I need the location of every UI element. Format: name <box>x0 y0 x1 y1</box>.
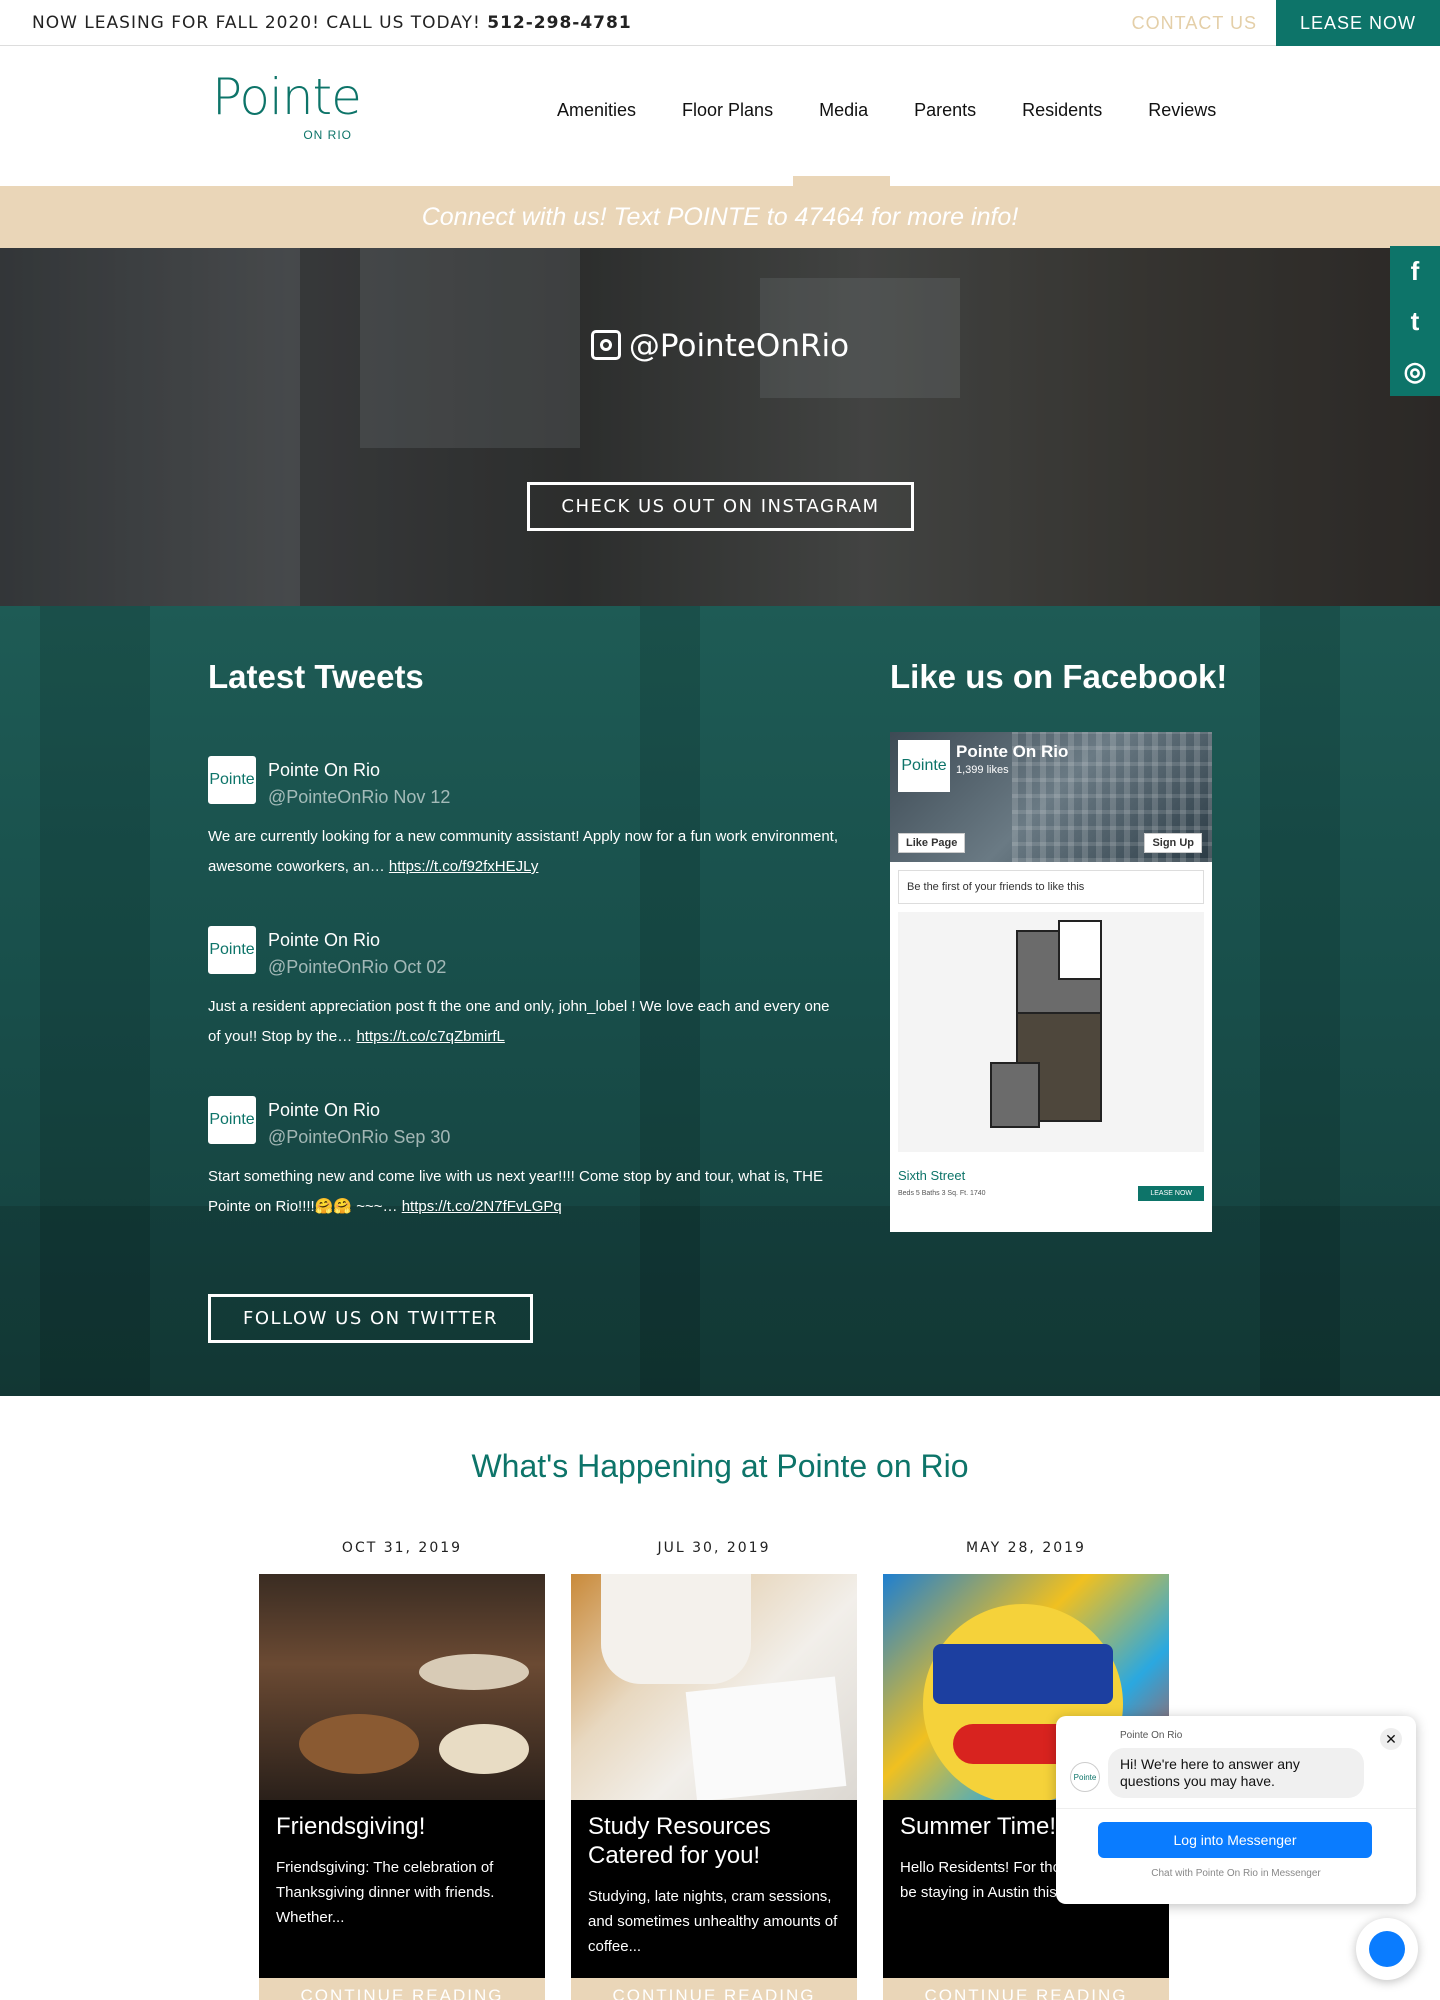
summer-word-shape <box>933 1644 1113 1704</box>
social-sidebar: f t ◎ <box>1390 246 1440 396</box>
continue-reading-button[interactable]: CONTINUE READING <box>883 1978 1169 2000</box>
site-header: Pointe ON RIO Amenities Floor Plans Medi… <box>0 46 1440 186</box>
tweet-item: Pointe Pointe On Rio @PointeOnRio Nov 12… <box>208 756 838 906</box>
sleeve-shape <box>601 1574 751 1684</box>
tweets-heading: Latest Tweets <box>208 658 424 695</box>
tweet-link[interactable]: https://t.co/c7qZbmirfL <box>356 1028 504 1045</box>
tweet-text: Just a resident appreciation post ft the… <box>208 992 838 1052</box>
post-title[interactable]: Study Resources Catered for you! <box>588 1812 840 1870</box>
plan-room <box>990 1062 1040 1128</box>
active-nav-marker <box>793 176 890 186</box>
facebook-friends-text: Be the first of your friends to like thi… <box>898 870 1204 904</box>
lease-now-button[interactable]: LEASE NOW <box>1276 0 1440 46</box>
instagram-side-icon[interactable]: ◎ <box>1390 346 1440 396</box>
nav-residents[interactable]: Residents <box>1022 100 1102 121</box>
messenger-greeting: Hi! We're here to answer any questions y… <box>1108 1748 1364 1798</box>
post-body: Study Resources Catered for you! Studyin… <box>571 1800 857 1978</box>
facebook-cover: Pointe Pointe On Rio 1,399 likes Like Pa… <box>890 732 1212 862</box>
tweet-handle[interactable]: @PointeOnRio Oct 02 <box>268 957 446 978</box>
plan-specs: Beds 5 Baths 3 Sq. Ft. 1740 <box>898 1190 986 1197</box>
plate-shape <box>439 1724 529 1774</box>
post-date: OCT 31, 2019 <box>341 1540 463 1556</box>
tweet-item: Pointe Pointe On Rio @PointeOnRio Oct 02… <box>208 926 838 1076</box>
post-image-study[interactable] <box>571 1574 857 1800</box>
post-date: MAY 28, 2019 <box>966 1540 1086 1556</box>
nav-floor-plans[interactable]: Floor Plans <box>682 100 773 121</box>
facebook-heading: Like us on Facebook! <box>890 658 1228 695</box>
logo-sub: ON RIO <box>303 128 352 142</box>
leasing-text: NOW LEASING FOR FALL 2020! CALL US TODAY… <box>32 12 481 33</box>
tweet-avatar[interactable]: Pointe <box>208 756 256 804</box>
messenger-note: Chat with Pointe On Rio in Messenger <box>1151 1868 1321 1879</box>
continue-reading-button[interactable]: CONTINUE READING <box>259 1978 545 2000</box>
nav-reviews[interactable]: Reviews <box>1148 100 1216 121</box>
leasing-announcement: NOW LEASING FOR FALL 2020! CALL US TODAY… <box>0 13 632 33</box>
twitter-icon[interactable]: t <box>1390 296 1440 346</box>
notebook-shape <box>685 1676 847 1800</box>
contact-us-link[interactable]: CONTACT US <box>1132 0 1257 46</box>
blog-post-card: JUL 30, 2019 Study Resources Catered for… <box>571 1540 857 2000</box>
tweet-text: Start something new and come live with u… <box>208 1162 838 1222</box>
tweet-text: We are currently looking for a new commu… <box>208 822 838 882</box>
promo-banner: Connect with us! Text POINTE to 47464 fo… <box>0 186 1440 248</box>
messenger-login-button[interactable]: Log into Messenger <box>1098 1822 1372 1858</box>
post-excerpt: Studying, late nights, cram sessions, an… <box>588 1888 838 1955</box>
facebook-icon[interactable]: f <box>1390 246 1440 296</box>
tweet-name[interactable]: Pointe On Rio <box>268 760 380 781</box>
facebook-like-button[interactable]: Like Page <box>898 833 966 853</box>
instagram-hero: @PointeOnRio CHECK US OUT ON INSTAGRAM <box>0 248 1440 606</box>
nav-media[interactable]: Media <box>819 100 868 121</box>
tweet-link[interactable]: https://t.co/f92fxHEJLy <box>389 858 539 875</box>
happening-heading: What's Happening at Pointe on Rio <box>471 1448 969 1484</box>
logo-word: Pointe <box>212 68 362 126</box>
post-excerpt: Friendsgiving: The celebration of Thanks… <box>276 1859 495 1926</box>
tweet-item: Pointe Pointe On Rio @PointeOnRio Sep 30… <box>208 1096 838 1246</box>
facebook-page-name[interactable]: Pointe On Rio <box>956 742 1068 762</box>
messenger-divider <box>1056 1808 1416 1809</box>
tweet-avatar[interactable]: Pointe <box>208 926 256 974</box>
plan-lease-now-button[interactable]: LEASE NOW <box>1138 1186 1204 1201</box>
tweet-handle[interactable]: @PointeOnRio Sep 30 <box>268 1127 450 1148</box>
continue-reading-button[interactable]: CONTINUE READING <box>571 1978 857 2000</box>
post-body: Friendsgiving! Friendsgiving: The celebr… <box>259 1800 545 1978</box>
plan-name[interactable]: Sixth Street <box>898 1168 965 1183</box>
close-icon[interactable]: ✕ <box>1380 1728 1402 1750</box>
plate-shape <box>419 1654 529 1690</box>
messenger-popup: Pointe On Rio Pointe Hi! We're here to a… <box>1056 1716 1416 1904</box>
facebook-widget: Pointe Pointe On Rio 1,399 likes Like Pa… <box>890 732 1212 1232</box>
floor-plan-image <box>898 912 1204 1152</box>
tweet-name[interactable]: Pointe On Rio <box>268 930 380 951</box>
facebook-likes: 1,399 likes <box>956 764 1009 776</box>
instagram-handle[interactable]: @PointeOnRio <box>0 328 1440 364</box>
plate-shape <box>299 1714 419 1774</box>
blog-post-card: OCT 31, 2019 Friendsgiving! Friendsgivin… <box>259 1540 545 2000</box>
post-image-friendsgiving[interactable] <box>259 1574 545 1800</box>
instagram-button[interactable]: CHECK US OUT ON INSTAGRAM <box>527 482 914 531</box>
follow-twitter-button[interactable]: FOLLOW US ON TWITTER <box>208 1294 533 1343</box>
nav-amenities[interactable]: Amenities <box>557 100 636 121</box>
nav-parents[interactable]: Parents <box>914 100 976 121</box>
instagram-icon <box>590 330 621 360</box>
hero-overlay <box>0 248 1440 606</box>
tweet-avatar[interactable]: Pointe <box>208 1096 256 1144</box>
tweet-name[interactable]: Pointe On Rio <box>268 1100 380 1121</box>
social-feed-section: Latest Tweets Pointe Pointe On Rio @Poin… <box>0 606 1440 1396</box>
top-bar: NOW LEASING FOR FALL 2020! CALL US TODAY… <box>0 0 1440 46</box>
instagram-handle-text: @PointeOnRio <box>628 328 850 364</box>
tweet-handle[interactable]: @PointeOnRio Nov 12 <box>268 787 450 808</box>
main-nav: Amenities Floor Plans Media Parents Resi… <box>557 100 1216 121</box>
post-date: JUL 30, 2019 <box>657 1540 771 1556</box>
tweet-link[interactable]: https://t.co/2N7fFvLGPq <box>402 1198 562 1215</box>
facebook-page-logo[interactable]: Pointe <box>898 740 950 792</box>
messenger-page-name: Pointe On Rio <box>1120 1730 1183 1741</box>
messenger-chat-icon[interactable] <box>1356 1918 1418 1980</box>
messenger-avatar: Pointe <box>1070 1762 1100 1792</box>
phone-number[interactable]: 512-298-4781 <box>487 13 631 33</box>
site-logo[interactable]: Pointe ON RIO <box>212 68 362 142</box>
facebook-signup-button[interactable]: Sign Up <box>1144 833 1202 853</box>
plan-room <box>1058 920 1102 980</box>
post-title[interactable]: Friendsgiving! <box>276 1812 528 1841</box>
tweet-body: Just a resident appreciation post ft the… <box>208 998 830 1045</box>
